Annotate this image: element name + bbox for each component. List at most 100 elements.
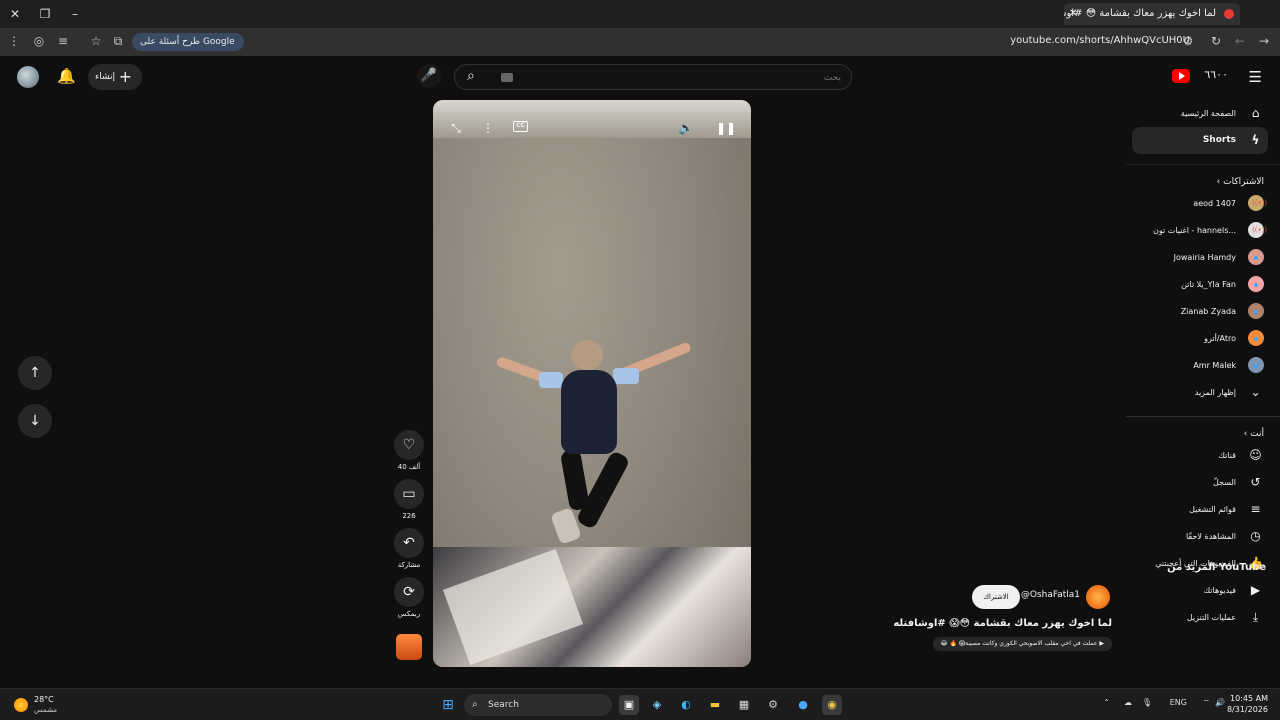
back-icon[interactable]: → <box>1256 34 1272 48</box>
sidebar-item-history[interactable]: ↺ السجلّ <box>1126 469 1280 496</box>
remix-button[interactable]: ⟳ ريمكس <box>392 577 426 618</box>
subscription-item[interactable]: Amr Malek <box>1126 352 1280 379</box>
you-heading[interactable]: أنت › <box>1126 416 1280 442</box>
fullscreen-icon[interactable]: ⤡ <box>447 120 465 136</box>
voice-search-button[interactable]: 🎤 <box>417 64 441 88</box>
tune-icon[interactable]: ⚙ <box>1180 34 1196 48</box>
bookmark-star-icon[interactable]: ☆ <box>88 34 104 48</box>
comments-button[interactable]: ▭ 226 <box>392 479 426 520</box>
subscription-name: Jowairia Hamdy <box>1173 253 1236 262</box>
task-view-icon[interactable]: ▣ <box>619 695 639 715</box>
new-content-dot <box>1254 256 1258 260</box>
menu-dots-icon[interactable]: ⋮ <box>6 34 22 48</box>
notifications-bell-icon[interactable]: 🔔 <box>57 67 76 85</box>
subscription-item[interactable]: aeod 1407 ((•)) <box>1126 190 1280 217</box>
logo-doodle-text: ٦٦٠٠ <box>1204 68 1228 81</box>
video-person-sleeve <box>613 368 639 384</box>
widgets-icon[interactable]: ◈ <box>647 695 667 715</box>
subscription-item[interactable]: Jowairia Hamdy <box>1126 244 1280 271</box>
subscription-item[interactable]: اغنيات تون - hannels... ((•)) <box>1126 217 1280 244</box>
restore-window-icon[interactable]: ❐ <box>36 5 54 23</box>
url-text[interactable]: youtube.com/shorts/AhhwQVcUH0U <box>1010 35 1190 46</box>
tab-title: لما اخوك يهزر معاك بقشامة 😳 #اوشافتله <box>1064 8 1216 19</box>
youtube-logo[interactable]: ٦٦٠٠ <box>1172 68 1228 85</box>
next-short-button[interactable]: ↓ <box>18 404 52 438</box>
sidebar-item-playlists[interactable]: ≡ قوائم التشغيل <box>1126 496 1280 523</box>
sidebar-item-shorts[interactable]: ϟ Shorts <box>1132 127 1268 154</box>
settings-icon[interactable]: ⚙ <box>763 695 783 715</box>
taskbar-search-label: Search <box>488 700 519 710</box>
sidebar-item-downloads[interactable]: ⤓ عمليات التنزيل <box>1126 604 1280 631</box>
subscription-item[interactable]: Zianab Zyada <box>1126 298 1280 325</box>
network-icon[interactable]: ⌔ <box>1202 698 1210 708</box>
clock[interactable]: 10:45 AM 8/31/2026 <box>1227 693 1268 715</box>
short-actions: ♡ 40 ألف ▭ 226 ↶ مشاركة ⟳ ريمكس <box>392 430 426 626</box>
install-app-icon[interactable]: ⧉ <box>110 34 126 49</box>
volume-tray-icon[interactable]: 🔊 <box>1215 698 1225 707</box>
music-chip[interactable]: ▶ عملت في اخي مقلب الاصوبحي الكوري وكانت… <box>932 637 1112 651</box>
previous-short-button[interactable]: ↑ <box>18 356 52 390</box>
short-video-player[interactable]: ⤡ ⋮ CC 🔈 ❚❚ <box>433 100 751 667</box>
remix-icon: ⟳ <box>394 577 424 607</box>
search-box[interactable]: ⌕ <box>454 64 852 90</box>
forward-icon[interactable]: ← <box>1232 34 1248 48</box>
sidebar-item-channel[interactable]: ☺ قناتك <box>1126 442 1280 469</box>
subscription-item[interactable]: أترو/Atro <box>1126 325 1280 352</box>
search-input[interactable] <box>541 69 841 87</box>
minimize-window-icon[interactable]: – <box>66 5 84 23</box>
share-button[interactable]: ↶ مشاركة <box>392 528 426 569</box>
sidebar-item-watch-later[interactable]: ◷ المشاهدة لاحقًا <box>1126 523 1280 550</box>
subscribe-button[interactable]: الاشتراك <box>972 585 1020 609</box>
more-options-icon[interactable]: ⋮ <box>479 120 497 136</box>
ask-google-pill[interactable]: طرح أسئلة على Google <box>132 33 244 51</box>
history-icon: ↺ <box>1250 475 1261 489</box>
file-explorer-icon[interactable]: ▬ <box>705 695 725 715</box>
mic-icon: 🎤 <box>420 68 438 83</box>
subscriptions-heading[interactable]: الاشتراكات › <box>1126 164 1280 190</box>
app-icon[interactable]: ● <box>793 695 813 715</box>
subscription-item[interactable]: يلا تاتن_Yla Fan <box>1126 271 1280 298</box>
profile-icon[interactable]: ◎ <box>31 34 47 48</box>
search-icon[interactable]: ⌕ <box>467 68 475 84</box>
weather-widget[interactable]: 28°C مشمس <box>12 693 72 717</box>
channel-name[interactable]: @OshaFatla1 <box>1021 590 1080 600</box>
language-indicator[interactable]: ENG <box>1170 698 1187 707</box>
chrome-icon[interactable]: ◉ <box>822 695 842 715</box>
reading-list-icon[interactable]: ≡ <box>55 34 71 48</box>
sidebar-item-home[interactable]: ⌂ الصفحة الرئيسية <box>1126 100 1280 127</box>
mic-tray-icon[interactable]: 🎙 <box>1142 698 1152 707</box>
keyboard-icon[interactable] <box>501 73 513 82</box>
close-window-icon[interactable]: ✕ <box>6 5 24 23</box>
hamburger-menu-icon[interactable]: ☰ <box>1249 68 1262 86</box>
pause-icon[interactable]: ❚❚ <box>716 120 736 136</box>
sound-thumbnail[interactable] <box>396 634 422 660</box>
you-list: ☺ قناتك ↺ السجلّ ≡ قوائم التشغيل ◷ المشاهدة لاح… <box>1126 442 1280 631</box>
sidebar-item-label: Shorts <box>1202 135 1236 145</box>
tray-app-icon[interactable]: ☁ <box>1124 698 1132 707</box>
subscriptions-title: الاشتراكات <box>1223 177 1264 187</box>
reload-icon[interactable]: ↻ <box>1208 34 1224 48</box>
browser-tab-active[interactable]: لما اخوك يهزر معاك بقشامة 😳 #اوشافتله ✕ <box>1064 3 1240 25</box>
like-button[interactable]: ♡ 40 ألف <box>392 430 426 471</box>
sidebar-item-label: السجلّ <box>1212 478 1236 487</box>
weather-condition: مشمس <box>34 706 57 714</box>
sidebar-item-your-videos[interactable]: ▶ فيديوهاتك <box>1126 577 1280 604</box>
new-content-dot <box>1254 310 1258 314</box>
edge-icon[interactable]: ◐ <box>676 695 696 715</box>
channel-avatar[interactable] <box>1086 585 1110 609</box>
show-more-button[interactable]: ⌄ إظهار المزيد <box>1126 379 1280 406</box>
store-icon[interactable]: ▦ <box>734 695 754 715</box>
sidebar-item-label: المشاهدة لاحقًا <box>1185 532 1236 541</box>
tray-overflow-icon[interactable]: ⌃ <box>1103 698 1110 707</box>
windows-taskbar: 28°C مشمس ⊞ ⌕ Search ▣ ◈ ◐ ▬ ▦ ⚙ ● ◉ ⌃ ☁… <box>0 688 1280 720</box>
share-icon: ↶ <box>394 528 424 558</box>
more-from-youtube-heading: المزيد من YouTube <box>1167 562 1266 573</box>
captions-icon[interactable]: CC <box>513 121 528 132</box>
account-avatar[interactable] <box>17 66 39 88</box>
taskbar-search[interactable]: ⌕ Search <box>464 694 612 716</box>
volume-icon[interactable]: 🔈 <box>677 120 695 136</box>
sunny-icon <box>14 698 28 712</box>
windows-start-icon[interactable]: ⊞ <box>438 695 458 715</box>
close-tab-icon[interactable]: ✕ <box>1069 3 1077 25</box>
create-button[interactable]: إنشاء + <box>88 64 142 90</box>
